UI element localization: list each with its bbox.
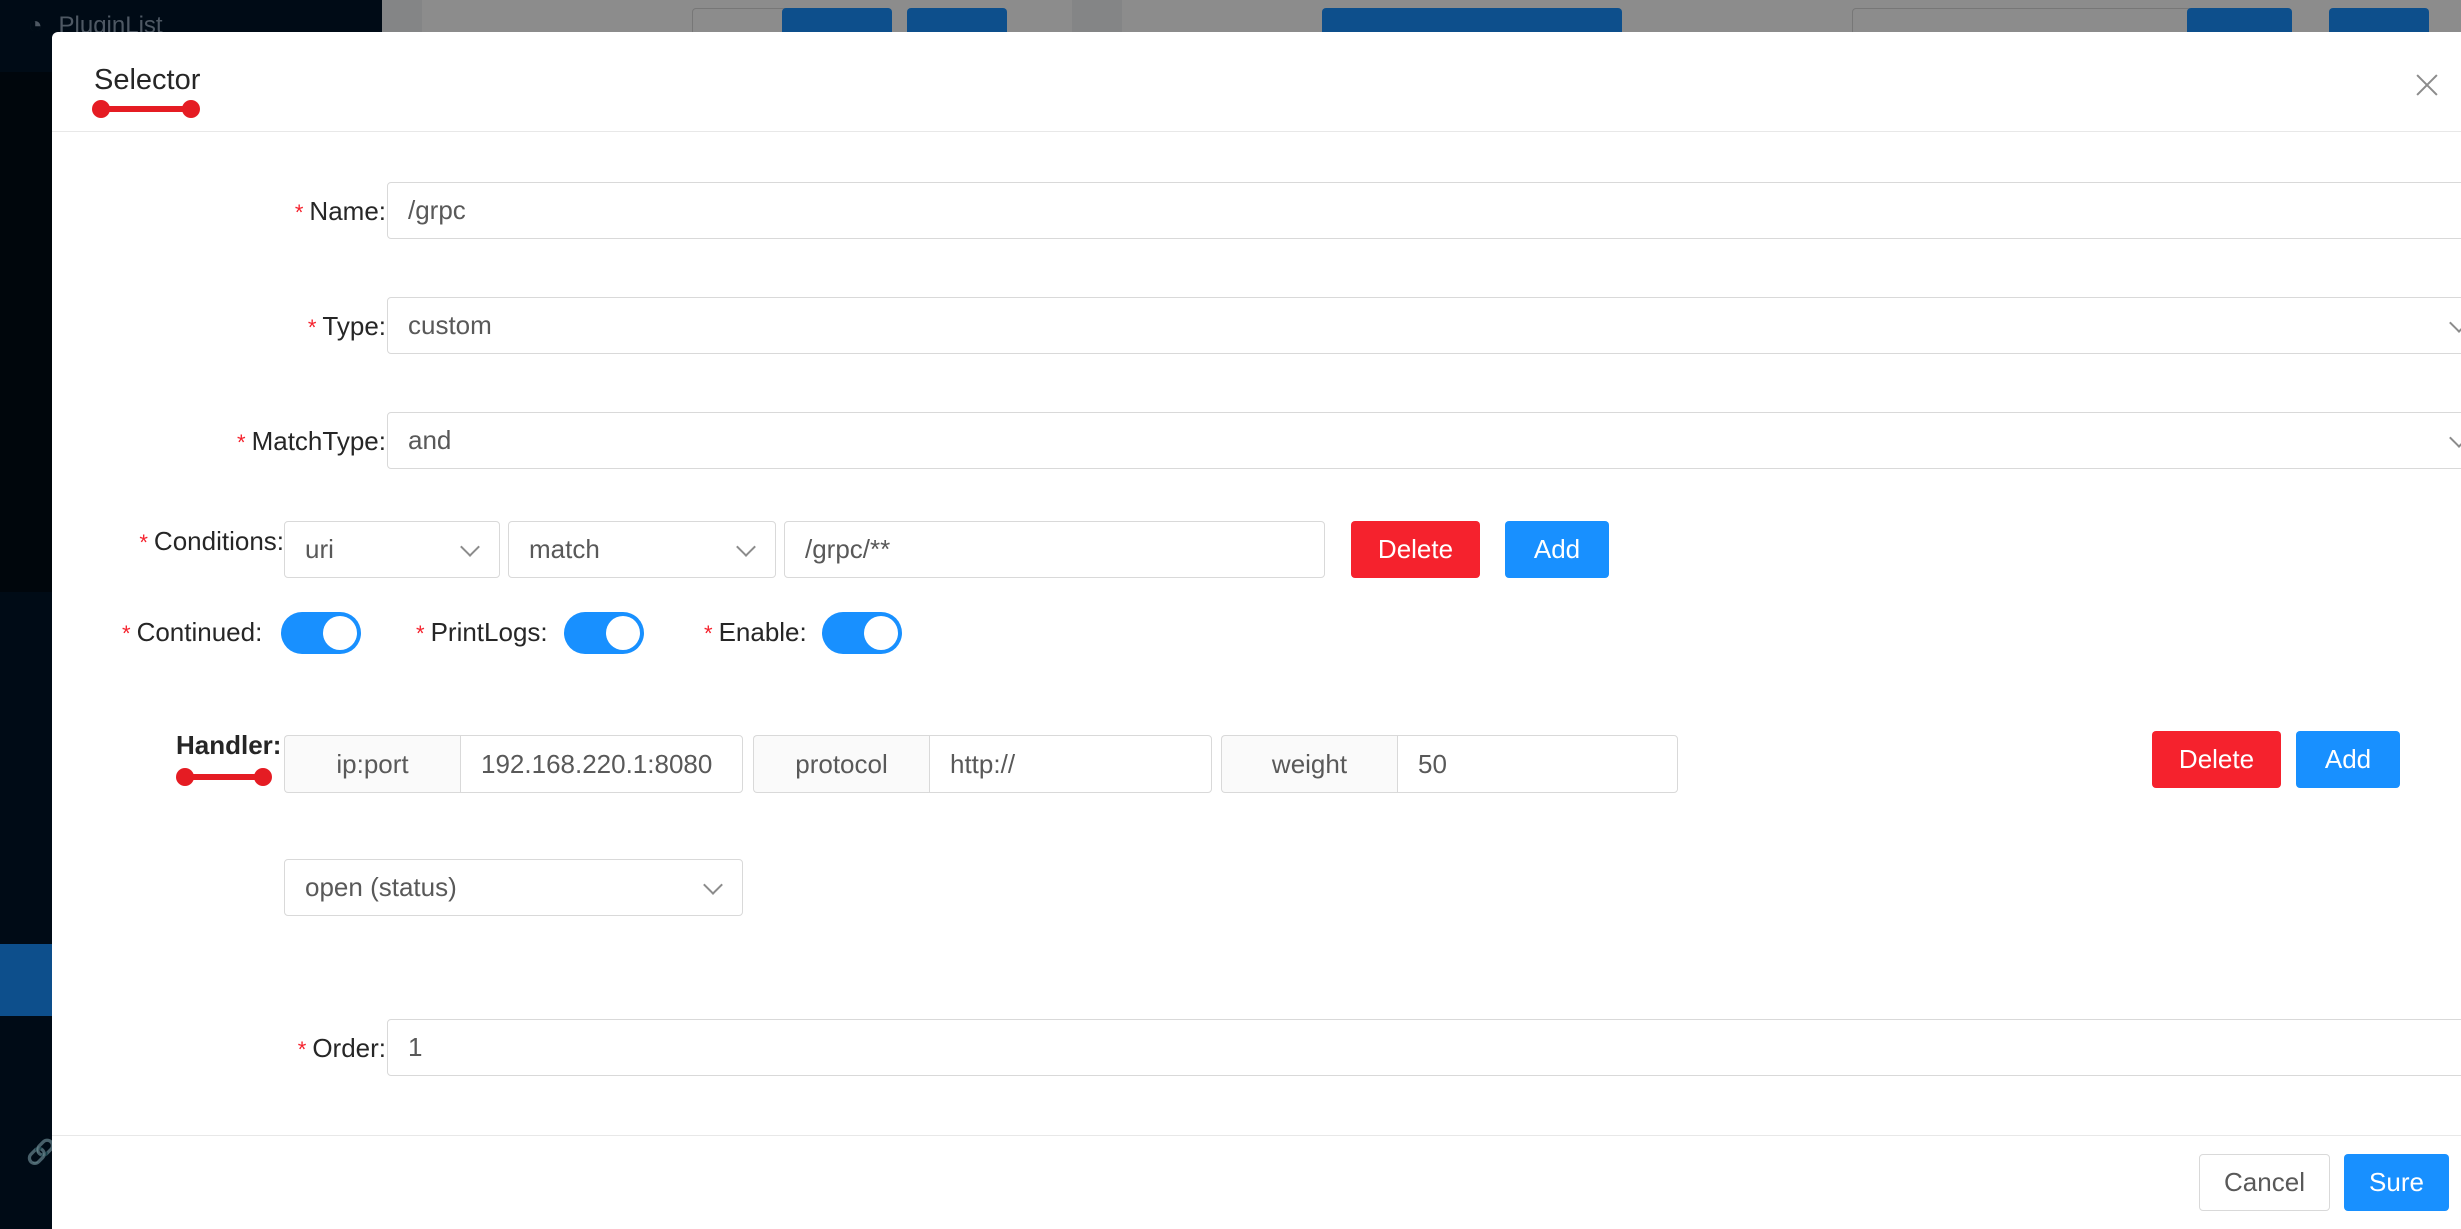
chevron-down-icon bbox=[460, 537, 480, 557]
name-input[interactable]: /grpc bbox=[387, 182, 2461, 239]
handler-ip-port-group: ip:port 192.168.220.1:8080 bbox=[284, 735, 743, 793]
chevron-down-icon bbox=[703, 875, 723, 895]
print-logs-toggle[interactable] bbox=[564, 612, 644, 654]
chevron-down-icon bbox=[2449, 428, 2461, 448]
sure-button[interactable]: Sure bbox=[2344, 1154, 2449, 1211]
name-label: * Name: bbox=[294, 196, 386, 226]
protocol-addon: protocol bbox=[753, 735, 929, 793]
close-icon[interactable] bbox=[2407, 66, 2447, 106]
continued-label: * Continued: bbox=[122, 617, 263, 647]
chevron-down-icon bbox=[2449, 313, 2461, 333]
modal-title: Selector bbox=[94, 64, 201, 96]
handler-delete-button[interactable]: Delete bbox=[2152, 731, 2281, 788]
weight-input[interactable]: 50 bbox=[1397, 735, 1678, 793]
condition-add-button[interactable]: Add bbox=[1505, 521, 1609, 578]
continued-toggle[interactable] bbox=[281, 612, 361, 654]
weight-addon: weight bbox=[1221, 735, 1397, 793]
modal-header: Selector bbox=[52, 32, 2461, 132]
condition-param-select[interactable]: uri bbox=[284, 521, 500, 578]
condition-param-value: uri bbox=[305, 534, 334, 564]
toggle-knob bbox=[606, 616, 640, 650]
protocol-input[interactable]: http:// bbox=[929, 735, 1212, 793]
ip-port-input[interactable]: 192.168.220.1:8080 bbox=[460, 735, 743, 793]
condition-operator-select[interactable]: match bbox=[508, 521, 776, 578]
enable-toggle[interactable] bbox=[822, 612, 902, 654]
cancel-button[interactable]: Cancel bbox=[2199, 1154, 2330, 1211]
conditions-label: * Conditions: bbox=[139, 526, 284, 556]
type-select[interactable]: custom bbox=[387, 297, 2461, 354]
condition-operator-value: match bbox=[529, 534, 600, 564]
handler-status-select[interactable]: open (status) bbox=[284, 859, 743, 916]
order-label: * Order: bbox=[297, 1033, 386, 1063]
handler-weight-group: weight 50 bbox=[1221, 735, 1678, 793]
order-input[interactable]: 1 bbox=[387, 1019, 2461, 1076]
handler-add-button[interactable]: Add bbox=[2296, 731, 2400, 788]
enable-label: * Enable: bbox=[704, 617, 807, 647]
condition-delete-button[interactable]: Delete bbox=[1351, 521, 1480, 578]
match-type-select[interactable]: and bbox=[387, 412, 2461, 469]
type-label: * Type: bbox=[307, 311, 386, 341]
handler-protocol-group: protocol http:// bbox=[753, 735, 1212, 793]
toggle-knob bbox=[323, 616, 357, 650]
print-logs-label: * PrintLogs: bbox=[416, 617, 548, 647]
handler-status-value: open (status) bbox=[305, 872, 457, 902]
match-type-select-value: and bbox=[408, 425, 452, 455]
annotation-underline bbox=[176, 768, 272, 786]
chevron-down-icon bbox=[736, 537, 756, 557]
modal-footer: Cancel Sure bbox=[52, 1135, 2461, 1229]
condition-value-input[interactable]: /grpc/** bbox=[784, 521, 1325, 578]
match-type-label: * MatchType: bbox=[237, 426, 386, 456]
annotation-underline bbox=[92, 100, 200, 118]
handler-label: Handler: bbox=[176, 730, 282, 760]
toggle-knob bbox=[864, 616, 898, 650]
selector-modal: Selector * Name: /grpc * Type: custom * Mat… bbox=[52, 32, 2461, 1229]
ip-port-addon: ip:port bbox=[284, 735, 460, 793]
type-select-value: custom bbox=[408, 310, 492, 340]
